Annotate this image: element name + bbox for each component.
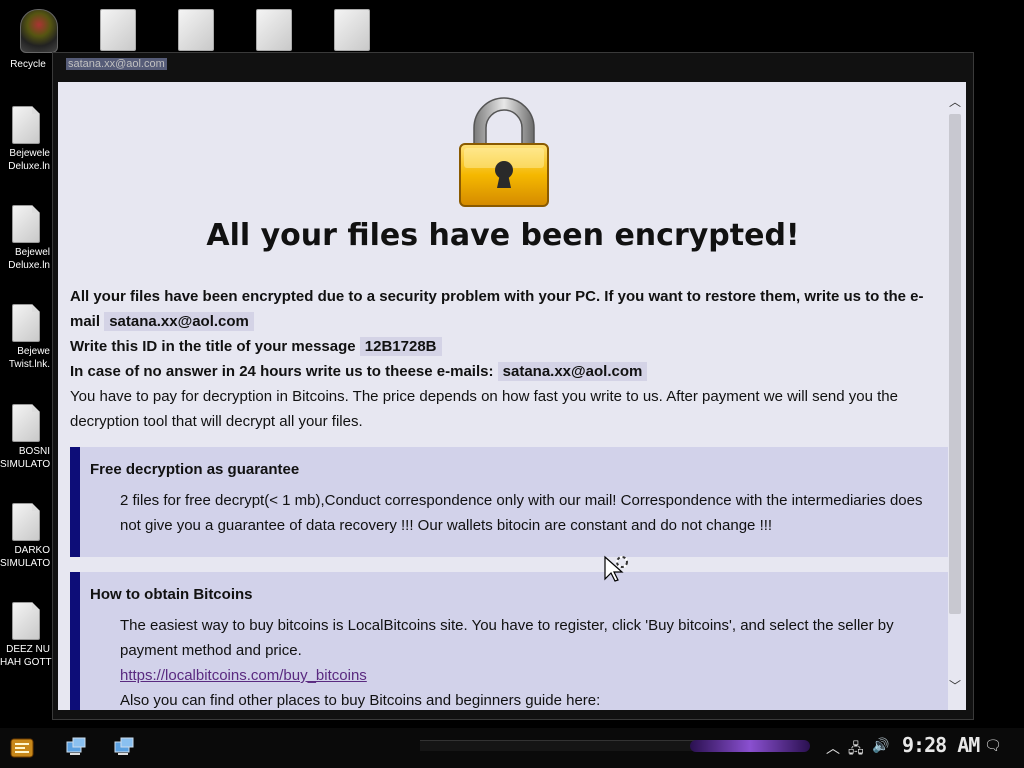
free-decryption-title: Free decryption as guarantee: [90, 461, 300, 478]
shortcut-label: BOSNI: [18, 446, 50, 457]
shortcut-label: Deluxe.ln: [8, 161, 50, 172]
taskbar-accent-glow: [690, 740, 810, 752]
free-decryption-box: Free decryption as guarantee 2 files for…: [70, 447, 948, 557]
contact-email[interactable]: satana.xx@aol.com: [104, 312, 254, 331]
network-app-icon[interactable]: [64, 736, 88, 760]
shortcut-label: Twist.lnk.: [8, 359, 50, 370]
taskbar-accent: [420, 740, 720, 751]
fallback-paragraph: In case of no answer in 24 hours write u…: [70, 359, 930, 384]
shortcut-file-icon: [12, 304, 40, 342]
desktop-shortcut-darko-simulator[interactable]: DARKO SIMULATO: [0, 503, 52, 570]
desktop-shortcut-bejeweled-twist[interactable]: Bejewe Twist.lnk.: [0, 304, 52, 371]
action-center-icon[interactable]: 🗨: [984, 738, 1002, 754]
bitcoin-guide-text: Also you can find other places to buy Bi…: [120, 692, 601, 709]
shortcut-label: Bejewele: [9, 148, 50, 159]
desktop-shortcut-bosnia-simulator[interactable]: BOSNI SIMULATO: [0, 404, 52, 471]
shortcut-label: Deluxe.ln: [8, 260, 50, 271]
scroll-thumb[interactable]: [949, 114, 961, 614]
desktop-file-icon[interactable]: [334, 9, 370, 51]
shortcut-label: Bejewel: [14, 247, 50, 258]
id-instruction: Write this ID in the title of your messa…: [70, 338, 356, 355]
desktop-file-icon[interactable]: [178, 9, 214, 51]
desktop-file-icon[interactable]: [256, 9, 292, 51]
vertical-scrollbar[interactable]: ︿ ﹀: [946, 94, 964, 694]
taskbar-clock[interactable]: 9:28 AM: [902, 733, 980, 757]
shortcut-file-icon: [12, 106, 40, 144]
fallback-instruction: In case of no answer in 24 hours write u…: [70, 363, 494, 380]
free-decryption-text: 2 files for free decrypt(< 1 mb),Conduct…: [120, 492, 923, 534]
network-status-icon[interactable]: 🖧: [848, 738, 864, 762]
network-app-icon[interactable]: [112, 736, 136, 760]
victim-id[interactable]: 12B1728B: [359, 337, 442, 356]
shortcut-label: SIMULATO: [0, 459, 51, 470]
shortcut-file-icon: [12, 404, 40, 442]
shortcut-file-icon: [12, 205, 40, 243]
desktop-shortcut-bejeweled-deluxe-2[interactable]: Bejewel Deluxe.ln: [0, 205, 52, 272]
scroll-down-icon[interactable]: ﹀: [946, 678, 964, 694]
bitcoin-howto-title: How to obtain Bitcoins: [90, 586, 253, 603]
fallback-email[interactable]: satana.xx@aol.com: [497, 362, 648, 381]
localbitcoins-link[interactable]: https://localbitcoins.com/buy_bitcoins: [120, 667, 367, 684]
desktop-shortcut-deez-nuts[interactable]: DEEZ NU HAH GOTT: [0, 602, 52, 669]
recycle-bin-text: Recycle: [10, 59, 46, 70]
busy-cursor-icon: [604, 555, 628, 582]
recycle-bin-icon[interactable]: [20, 9, 58, 53]
intro-paragraph: All your files have been encrypted due t…: [70, 284, 930, 334]
start-button-icon[interactable]: [10, 736, 34, 760]
padlock-icon: [459, 97, 549, 207]
desktop-file-icon[interactable]: [100, 9, 136, 51]
shortcut-file-icon: [12, 602, 40, 640]
ransom-note-content: All your files have been encrypted! All …: [58, 82, 966, 710]
bitcoin-howto-box: How to obtain Bitcoins The easiest way t…: [70, 572, 948, 710]
volume-icon[interactable]: 🔊: [872, 738, 889, 754]
recycle-bin-label[interactable]: Recycle: [4, 58, 52, 71]
shortcut-label: DARKO: [14, 545, 50, 556]
taskbar: ︿ 🖧 🔊 9:28 AM 🗨: [0, 728, 1024, 768]
bitcoin-howto-text: The easiest way to buy bitcoins is Local…: [120, 617, 894, 659]
shortcut-label: HAH GOTT: [0, 657, 52, 668]
headline: All your files have been encrypted!: [206, 218, 800, 253]
shortcut-label: SIMULATO: [0, 558, 51, 569]
shortcut-label: DEEZ NU: [6, 644, 50, 655]
tray-expand-icon[interactable]: ︿: [826, 738, 840, 758]
scroll-up-icon[interactable]: ︿: [946, 94, 964, 110]
desktop-shortcut-bejeweled-deluxe[interactable]: Bejewele Deluxe.ln: [0, 106, 52, 173]
shortcut-label: Bejewe: [17, 346, 50, 357]
window-title: satana.xx@aol.com: [66, 58, 167, 70]
shortcut-file-icon: [12, 503, 40, 541]
payment-paragraph: You have to pay for decryption in Bitcoi…: [70, 388, 898, 430]
id-paragraph: Write this ID in the title of your messa…: [70, 334, 930, 359]
